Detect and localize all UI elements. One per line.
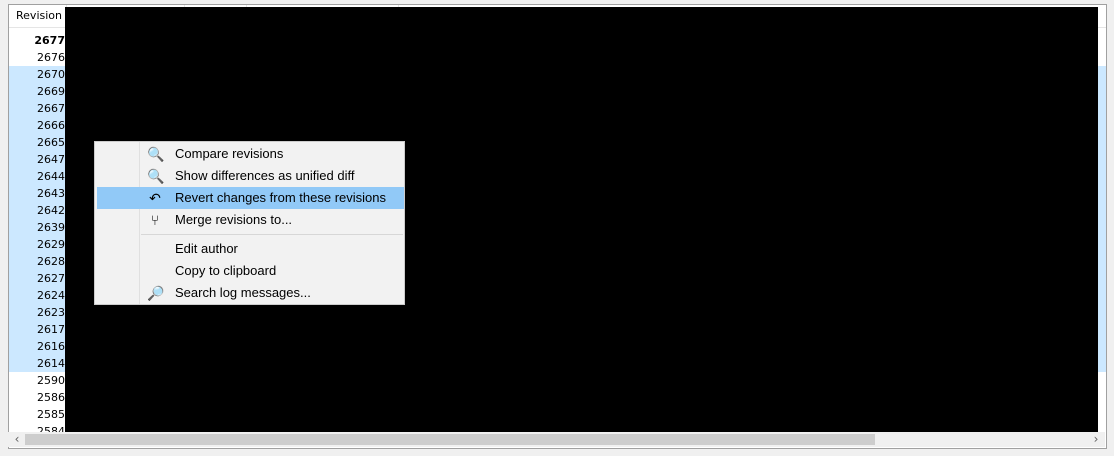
revision-number: 2642 [37,204,65,217]
menu-item-search-log-messages[interactable]: 🔎 Search log messages... [97,282,404,304]
revision-number: 2669 [37,85,65,98]
merge-icon: ⑂ [150,212,160,228]
magnifier-icon: 🔍 [147,168,165,184]
column-header-revision[interactable]: Revision [9,5,67,27]
revision-number: 2614 [37,357,65,370]
revision-number: 2639 [37,221,65,234]
search-log-icon: 🔎 [147,285,165,301]
context-menu: 🔍 Compare revisions 🔍 Show differences as u… [94,141,405,305]
revision-number: 2665 [37,136,65,149]
revision-number: 2585 [37,408,65,421]
revision-number: 2624 [37,289,65,302]
revert-icon: ↶ [149,190,161,206]
menu-item-edit-author[interactable]: Edit author [97,238,404,260]
revision-number: 2627 [37,272,65,285]
revision-number: 2623 [37,306,65,319]
revision-number: 2670 [37,68,65,81]
menu-item-label: Edit author [175,241,238,256]
menu-item-label: Merge revisions to... [175,212,293,227]
menu-item-compare-revisions[interactable]: 🔍 Compare revisions [97,143,404,165]
revision-number: 2617 [37,323,65,336]
menu-item-merge-revisions-to[interactable]: ⑂ Merge revisions to... [97,209,404,231]
revision-number: 2677 [34,34,65,47]
menu-separator [141,234,403,235]
menu-item-label: Copy to clipboard [175,263,277,278]
magnifier-icon: 🔍 [147,146,165,162]
menu-item-show-differences-as-unified-diff[interactable]: 🔍 Show differences as unified diff [97,165,404,187]
revision-number: 2629 [37,238,65,251]
revision-number: 2643 [37,187,65,200]
horizontal-scrollbar[interactable]: ‹ › [8,432,1105,447]
revision-number: 2676 [37,51,65,64]
menu-item-label: Search log messages... [175,285,311,300]
revision-number: 2590 [37,374,65,387]
revision-number: 2667 [37,102,65,115]
scroll-left-icon[interactable]: ‹ [10,432,24,447]
scrollbar-thumb[interactable] [25,434,875,445]
revision-number: 2628 [37,255,65,268]
revision-number: 2647 [37,153,65,166]
scroll-right-icon[interactable]: › [1089,432,1103,447]
menu-item-copy-to-clipboard[interactable]: Copy to clipboard [97,260,404,282]
revision-number: 2644 [37,170,65,183]
menu-item-label: Show differences as unified diff [175,168,355,183]
menu-item-revert-changes-from-these-revisions[interactable]: ↶ Revert changes from these revisions [97,187,404,209]
revision-number: 2666 [37,119,65,132]
revision-number: 2586 [37,391,65,404]
revision-number: 2616 [37,340,65,353]
menu-item-label: Compare revisions [175,146,284,161]
menu-item-label: Revert changes from these revisions [175,190,386,205]
